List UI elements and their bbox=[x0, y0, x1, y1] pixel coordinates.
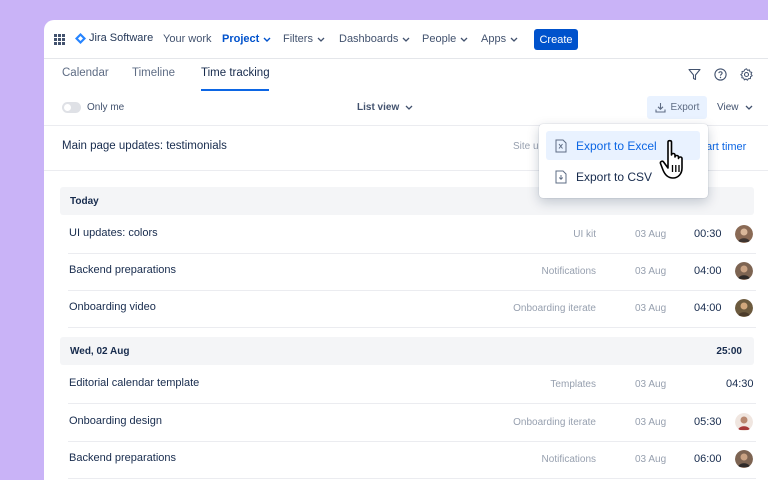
chevron-down-icon bbox=[405, 105, 413, 110]
nav-project[interactable]: Project bbox=[222, 33, 271, 45]
task-project: Notifications bbox=[541, 266, 596, 277]
table-row[interactable]: Backend preparations Notifications 03 Au… bbox=[68, 253, 756, 291]
task-date: 03 Aug bbox=[635, 303, 667, 314]
task-duration: 06:00 bbox=[694, 453, 722, 465]
list-view-select[interactable]: List view bbox=[357, 102, 413, 113]
active-tab-indicator bbox=[201, 89, 269, 91]
nav-apps[interactable]: Apps bbox=[481, 33, 518, 45]
group-total: 25:00 bbox=[716, 346, 742, 357]
export-button[interactable]: Export bbox=[647, 96, 707, 119]
nav-filters[interactable]: Filters bbox=[283, 33, 325, 45]
task-date: 03 Aug bbox=[635, 229, 667, 240]
tab-bar: Calendar Timeline Time tracking bbox=[44, 58, 768, 92]
help-icon[interactable] bbox=[714, 68, 727, 81]
chevron-down-icon bbox=[510, 37, 518, 42]
avatar bbox=[735, 225, 753, 243]
jira-window: Jira Software Your work Project Filters … bbox=[44, 20, 768, 480]
task-project: Templates bbox=[550, 379, 596, 390]
chevron-down-icon bbox=[745, 105, 752, 110]
group-title: Wed, 02 Aug bbox=[70, 346, 130, 357]
top-navigation: Jira Software Your work Project Filters … bbox=[44, 20, 768, 59]
chevron-down-icon bbox=[317, 37, 325, 42]
table-row[interactable]: Onboarding design Onboarding iterate 03 … bbox=[68, 404, 756, 442]
task-date: 03 Aug bbox=[635, 379, 667, 390]
jira-logo[interactable]: Jira Software bbox=[75, 32, 153, 44]
chevron-down-icon bbox=[402, 37, 410, 42]
avatar bbox=[735, 262, 753, 280]
only-me-toggle[interactable] bbox=[62, 102, 81, 113]
only-me-label: Only me bbox=[87, 102, 125, 113]
table-row[interactable]: Onboarding video Onboarding iterate 03 A… bbox=[68, 290, 756, 328]
table-row[interactable]: UI updates: colors UI kit 03 Aug 00:30 bbox=[68, 216, 756, 254]
task-project: Onboarding iterate bbox=[513, 303, 596, 314]
view-select[interactable]: View bbox=[717, 102, 753, 113]
tab-time-tracking[interactable]: Time tracking bbox=[201, 67, 270, 79]
filter-icon[interactable] bbox=[688, 68, 701, 81]
nav-people[interactable]: People bbox=[422, 33, 468, 45]
task-name: Backend preparations bbox=[69, 264, 177, 276]
avatar bbox=[735, 450, 753, 468]
tab-calendar[interactable]: Calendar bbox=[62, 67, 109, 79]
csv-file-icon bbox=[555, 170, 567, 183]
settings-icon[interactable] bbox=[740, 68, 753, 81]
task-duration: 05:30 bbox=[694, 416, 722, 428]
task-duration: 04:00 bbox=[694, 265, 722, 277]
task-project: UI kit bbox=[573, 229, 596, 240]
group-title: Today bbox=[70, 196, 99, 207]
download-icon bbox=[654, 103, 666, 113]
task-duration: 00:30 bbox=[694, 228, 722, 240]
list-toolbar: Only me List view Export View bbox=[44, 92, 768, 126]
running-task-project: Site u bbox=[513, 141, 539, 152]
task-duration: 04:30 bbox=[726, 378, 754, 390]
task-date: 03 Aug bbox=[635, 266, 667, 277]
task-name: Onboarding video bbox=[69, 301, 156, 313]
task-project: Onboarding iterate bbox=[513, 417, 596, 428]
avatar bbox=[735, 413, 753, 431]
group-header-wed-02-aug: Wed, 02 Aug 25:00 bbox=[60, 337, 754, 365]
chevron-down-icon bbox=[460, 37, 468, 42]
create-button[interactable]: Create bbox=[534, 29, 578, 50]
nav-your-work[interactable]: Your work bbox=[163, 33, 212, 45]
task-name: Editorial calendar template bbox=[69, 377, 200, 389]
task-name: Backend preparations bbox=[69, 452, 177, 464]
task-name: Onboarding design bbox=[69, 415, 162, 427]
chevron-down-icon bbox=[263, 37, 271, 42]
nav-dashboards[interactable]: Dashboards bbox=[339, 33, 410, 45]
excel-file-icon bbox=[555, 139, 567, 152]
task-date: 03 Aug bbox=[635, 417, 667, 428]
hand-pointer-cursor-icon bbox=[659, 139, 683, 179]
jira-logo-icon bbox=[75, 32, 86, 44]
avatar bbox=[735, 299, 753, 317]
app-switcher-icon[interactable] bbox=[54, 34, 65, 45]
start-timer-link[interactable]: art timer bbox=[706, 141, 746, 153]
tab-timeline[interactable]: Timeline bbox=[132, 67, 175, 79]
running-task-title: Main page updates: testimonials bbox=[62, 140, 227, 152]
logo-text: Jira Software bbox=[89, 32, 154, 44]
table-row[interactable]: Editorial calendar template Templates 03… bbox=[68, 366, 756, 404]
table-row[interactable]: Backend preparations Notifications 03 Au… bbox=[68, 441, 756, 479]
task-name: UI updates: colors bbox=[69, 227, 158, 239]
task-duration: 04:00 bbox=[694, 302, 722, 314]
